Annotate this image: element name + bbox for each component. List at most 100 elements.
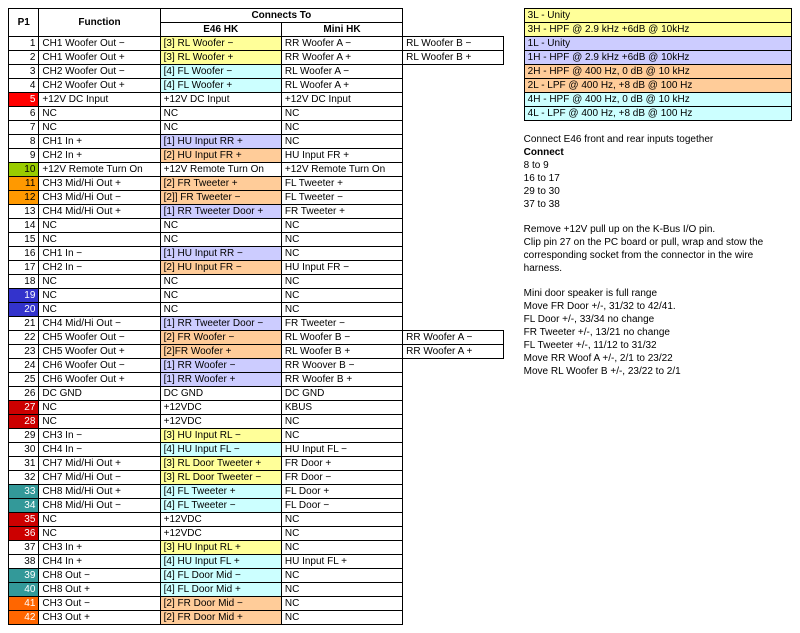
- hdr-p1: P1: [9, 9, 39, 37]
- pin-cell: 41: [9, 597, 39, 611]
- e46-cell: NC: [160, 275, 281, 289]
- pin-cell: 14: [9, 219, 39, 233]
- function-cell: CH4 In +: [39, 555, 160, 569]
- function-cell: CH1 In +: [39, 135, 160, 149]
- mini-cell: FR Door −: [281, 471, 402, 485]
- mini-cell: RL Woofer B −: [281, 331, 402, 345]
- function-cell: CH5 Woofer Out −: [39, 331, 160, 345]
- legend-row: 3L - Unity: [524, 9, 791, 23]
- table-row: 34CH8 Mid/Hi Out −[4] FL Tweeter −FL Doo…: [9, 499, 504, 513]
- table-row: 22CH5 Woofer Out −[2] FR Woofer −RL Woof…: [9, 331, 504, 345]
- function-cell: +12V Remote Turn On: [39, 163, 160, 177]
- pin-cell: 7: [9, 121, 39, 135]
- mini-cell: FL Door −: [281, 499, 402, 513]
- mini-cell: NC: [281, 233, 402, 247]
- pin-cell: 34: [9, 499, 39, 513]
- function-cell: CH1 Woofer Out +: [39, 51, 160, 65]
- note-line: Connect: [524, 146, 792, 159]
- mini-cell: NC: [281, 135, 402, 149]
- mini-cell: FL Door +: [281, 485, 402, 499]
- e46-cell: [2] FR Woofer −: [160, 331, 281, 345]
- note-line: Move FR Door +/-, 31/32 to 42/41.: [524, 300, 792, 313]
- mini-cell: RR Woover B −: [281, 359, 402, 373]
- side-panel: 3L - Unity3H - HPF @ 2.9 kHz +6dB @ 10kH…: [524, 8, 792, 378]
- mini-cell: NC: [281, 583, 402, 597]
- mini-cell: NC: [281, 415, 402, 429]
- note-line: Clip pin 27 on the PC board or pull, wra…: [524, 236, 792, 249]
- pin-cell: 36: [9, 527, 39, 541]
- mini-cell: FR Tweeter +: [281, 205, 402, 219]
- pin-cell: 23: [9, 345, 39, 359]
- table-row: 15NCNCNC: [9, 233, 504, 247]
- table-row: 7NCNCNC: [9, 121, 504, 135]
- function-cell: CH1 In −: [39, 247, 160, 261]
- table-row: 1CH1 Woofer Out −[3] RL Woofer −RR Woofe…: [9, 37, 504, 51]
- e46-cell: NC: [160, 219, 281, 233]
- pin-cell: 38: [9, 555, 39, 569]
- table-row: 12CH3 Mid/Hi Out −[2]] FR Tweeter −FL Tw…: [9, 191, 504, 205]
- table-row: 5+12V DC Input+12V DC Input+12V DC Input: [9, 93, 504, 107]
- table-row: 30CH4 In −[4] HU Input FL −HU Input FL −: [9, 443, 504, 457]
- table-row: 4CH2 Woofer Out +[4] FL Woofer +RL Woofe…: [9, 79, 504, 93]
- pin-cell: 13: [9, 205, 39, 219]
- pin-cell: 21: [9, 317, 39, 331]
- mini-cell: NC: [281, 611, 402, 625]
- note-line: 16 to 17: [524, 172, 792, 185]
- mini-cell: +12V Remote Turn On: [281, 163, 402, 177]
- e46-cell: +12V Remote Turn On: [160, 163, 281, 177]
- table-row: 35NC+12VDCNC: [9, 513, 504, 527]
- note-line: Remove +12V pull up on the K-Bus I/O pin…: [524, 223, 792, 236]
- mini-cell: NC: [281, 107, 402, 121]
- function-cell: CH4 Mid/Hi Out −: [39, 317, 160, 331]
- pin-cell: 2: [9, 51, 39, 65]
- e46-cell: [4] HU Input FL −: [160, 443, 281, 457]
- mini-cell: HU Input FL −: [281, 443, 402, 457]
- table-row: 25CH6 Woofer Out +[1] RR Woofer +RR Woof…: [9, 373, 504, 387]
- note-line: FR Tweeter +/-, 13/21 no change: [524, 326, 792, 339]
- legend-cell: 1L - Unity: [524, 37, 791, 51]
- function-cell: +12V DC Input: [39, 93, 160, 107]
- function-cell: CH3 In −: [39, 429, 160, 443]
- legend-table: 3L - Unity3H - HPF @ 2.9 kHz +6dB @ 10kH…: [524, 8, 792, 121]
- mini-cell: HU Input FR +: [281, 149, 402, 163]
- function-cell: NC: [39, 303, 160, 317]
- table-row: 27NC+12VDCKBUS: [9, 401, 504, 415]
- table-row: 29CH3 In −[3] HU Input RL −NC: [9, 429, 504, 443]
- mini-cell: HU Input FL +: [281, 555, 402, 569]
- function-cell: CH3 Mid/Hi Out +: [39, 177, 160, 191]
- table-row: 36NC+12VDCNC: [9, 527, 504, 541]
- mini-cell: NC: [281, 275, 402, 289]
- table-row: 2CH1 Woofer Out +[3] RL Woofer +RR Woofe…: [9, 51, 504, 65]
- legend-cell: 2H - HPF @ 400 Hz, 0 dB @ 10 kHz: [524, 65, 791, 79]
- function-cell: CH4 In −: [39, 443, 160, 457]
- pin-cell: 26: [9, 387, 39, 401]
- pin-cell: 31: [9, 457, 39, 471]
- function-cell: CH2 Woofer Out −: [39, 65, 160, 79]
- hdr-e46: E46 HK: [160, 23, 281, 37]
- mini-cell: NC: [281, 597, 402, 611]
- mini-cell: RR Woofer B +: [281, 373, 402, 387]
- e46-cell: [4] FL Door Mid −: [160, 569, 281, 583]
- note-line: Move RL Woofer B +/-, 23/22 to 2/1: [524, 365, 792, 378]
- e46-cell: +12VDC: [160, 401, 281, 415]
- function-cell: CH8 Out −: [39, 569, 160, 583]
- e46-cell: [2] FR Door Mid −: [160, 597, 281, 611]
- mini-cell: RL Woofer A +: [281, 79, 402, 93]
- e46-cell: +12VDC: [160, 415, 281, 429]
- function-cell: CH7 Mid/Hi Out +: [39, 457, 160, 471]
- e46-cell: [2] FR Tweeter +: [160, 177, 281, 191]
- pin-cell: 9: [9, 149, 39, 163]
- pin-cell: 12: [9, 191, 39, 205]
- pin-cell: 24: [9, 359, 39, 373]
- function-cell: CH5 Woofer Out +: [39, 345, 160, 359]
- mini-cell: FR Door +: [281, 457, 402, 471]
- e46-cell: [1] HU Input RR −: [160, 247, 281, 261]
- legend-row: 4L - LPF @ 400 Hz, +8 dB @ 100 Hz: [524, 107, 791, 121]
- pin-cell: 19: [9, 289, 39, 303]
- pin-cell: 6: [9, 107, 39, 121]
- function-cell: CH3 Out +: [39, 611, 160, 625]
- function-cell: NC: [39, 513, 160, 527]
- note-line: FL Door +/-, 33/34 no change: [524, 313, 792, 326]
- table-row: 37CH3 In +[3] HU Input RL +NC: [9, 541, 504, 555]
- e46-cell: [3] RL Door Tweeter +: [160, 457, 281, 471]
